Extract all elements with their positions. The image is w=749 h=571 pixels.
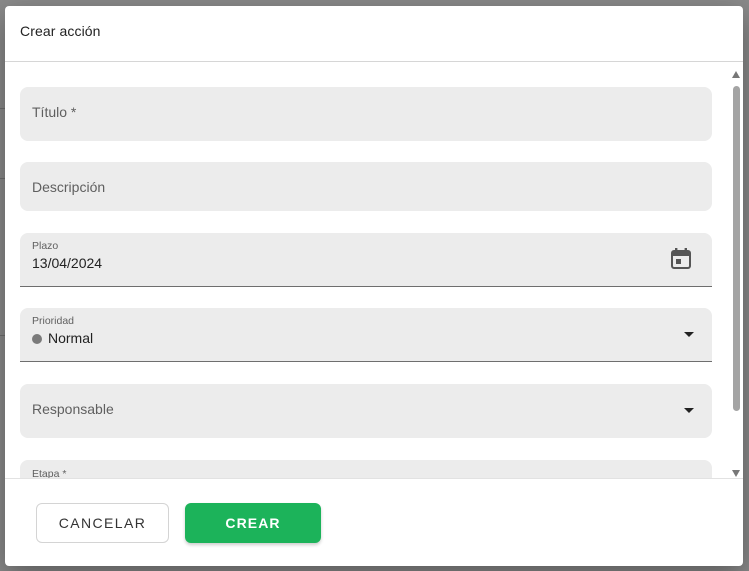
dialog-body: Título * Descripción Plazo 13/04/2024 Pr… [5, 62, 743, 478]
cancel-button[interactable]: CANCELAR [36, 503, 169, 543]
deadline-value: 13/04/2024 [32, 255, 103, 271]
stage-select[interactable]: Etapa * [20, 460, 712, 478]
priority-label: Prioridad [32, 315, 75, 327]
title-field[interactable]: Título * [20, 87, 712, 141]
footer-divider [5, 478, 743, 479]
dialog-title: Crear acción [20, 23, 101, 39]
priority-value: Normal [48, 330, 94, 346]
create-button[interactable]: CREAR [185, 503, 321, 543]
create-action-dialog: Crear acción Título * Descripción Plazo … [5, 6, 743, 566]
priority-select[interactable]: Prioridad Normal [20, 308, 712, 362]
responsible-placeholder: Responsable [32, 401, 114, 417]
responsible-select[interactable]: Responsable [20, 384, 712, 438]
calendar-icon[interactable] [671, 248, 691, 269]
priority-value-wrapper: Normal [32, 330, 93, 346]
scroll-up-arrow-icon[interactable] [732, 71, 740, 78]
scrollbar-thumb[interactable] [733, 86, 740, 411]
description-placeholder: Descripción [32, 179, 106, 195]
deadline-field[interactable]: Plazo 13/04/2024 [20, 233, 712, 287]
description-field[interactable]: Descripción [20, 162, 712, 211]
scroll-down-arrow-icon[interactable] [732, 470, 740, 477]
dropdown-arrow-icon[interactable] [684, 408, 694, 413]
priority-dot-icon [32, 334, 42, 344]
deadline-label: Plazo [32, 240, 59, 252]
stage-label: Etapa * [32, 468, 67, 478]
dropdown-arrow-icon[interactable] [684, 332, 694, 337]
scrollbar[interactable] [731, 68, 741, 478]
title-placeholder: Título * [32, 104, 77, 120]
